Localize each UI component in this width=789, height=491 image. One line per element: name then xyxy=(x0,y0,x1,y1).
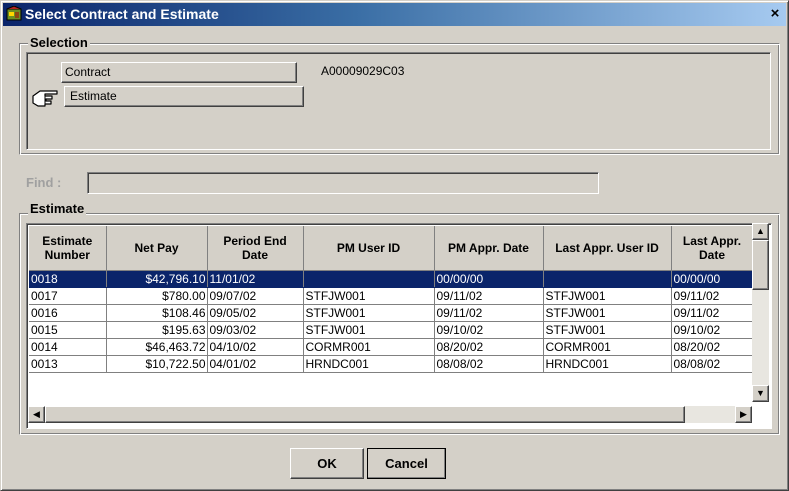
column-header[interactable]: Last Appr. User ID xyxy=(543,226,672,271)
table-row[interactable]: 0015 $195.63 09/03/02 STFJW001 09/10/02 … xyxy=(29,321,754,339)
table-cell: STFJW001 xyxy=(303,287,435,305)
find-input[interactable] xyxy=(87,172,599,194)
table-cell: 08/20/02 xyxy=(671,338,754,356)
table-cell: 0017 xyxy=(29,287,107,305)
table-cell: 09/03/02 xyxy=(207,321,304,339)
table-cell xyxy=(543,270,672,288)
table-cell: STFJW001 xyxy=(303,304,435,322)
table-cell xyxy=(303,270,435,288)
table-cell: CORMR001 xyxy=(543,338,672,356)
table-cell: 09/11/02 xyxy=(671,287,754,305)
table-header-row: Estimate Number Net Pay Period End Date … xyxy=(29,226,754,271)
table-row[interactable]: 0014 $46,463.72 04/10/02 CORMR001 08/20/… xyxy=(29,338,754,356)
title-bar[interactable]: Select Contract and Estimate × xyxy=(3,3,786,26)
scroll-right-icon[interactable]: ▶ xyxy=(735,406,752,423)
table-cell: 09/10/02 xyxy=(434,321,544,339)
table-cell: 09/05/02 xyxy=(207,304,304,322)
table-row[interactable]: 0017 $780.00 09/07/02 STFJW001 09/11/02 … xyxy=(29,287,754,305)
scroll-left-icon[interactable]: ◀ xyxy=(28,406,45,423)
table-row[interactable]: 0016 $108.46 09/05/02 STFJW001 09/11/02 … xyxy=(29,304,754,322)
column-header[interactable]: Last Appr. Date xyxy=(671,226,754,271)
table-cell: HRNDC001 xyxy=(303,355,435,373)
scroll-down-icon[interactable]: ▼ xyxy=(752,385,769,402)
app-icon xyxy=(6,6,22,21)
estimate-grid: Estimate Number Net Pay Period End Date … xyxy=(26,223,772,429)
table-cell: $42,796.10 xyxy=(106,270,208,288)
column-header[interactable]: Net Pay xyxy=(106,226,208,271)
table-row[interactable]: 0013 $10,722.50 04/01/02 HRNDC001 08/08/… xyxy=(29,355,754,373)
table-cell: 08/08/02 xyxy=(434,355,544,373)
table-cell: $780.00 xyxy=(106,287,208,305)
estimate-table: Estimate Number Net Pay Period End Date … xyxy=(29,226,754,373)
estimate-button[interactable]: Estimate xyxy=(64,86,304,107)
pointing-hand-icon xyxy=(32,90,58,107)
table-cell: 0018 xyxy=(29,270,107,288)
table-cell: 09/10/02 xyxy=(671,321,754,339)
table-cell: 00/00/00 xyxy=(434,270,544,288)
table-cell: 08/20/02 xyxy=(434,338,544,356)
vertical-scrollbar[interactable]: ▲ ▼ xyxy=(752,223,769,402)
selection-legend: Selection xyxy=(28,35,90,50)
table-cell: $195.63 xyxy=(106,321,208,339)
column-header[interactable]: PM Appr. Date xyxy=(434,226,544,271)
column-header[interactable]: PM User ID xyxy=(303,226,435,271)
contract-value: A00009029C03 xyxy=(321,64,405,78)
horizontal-scroll-thumb[interactable] xyxy=(45,406,685,423)
table-cell: 04/01/02 xyxy=(207,355,304,373)
table-cell: 0013 xyxy=(29,355,107,373)
column-header[interactable]: Period End Date xyxy=(207,226,304,271)
horizontal-scrollbar[interactable]: ◀ ▶ xyxy=(28,406,752,423)
table-cell: CORMR001 xyxy=(303,338,435,356)
column-header[interactable]: Estimate Number xyxy=(29,226,107,271)
table-cell: 09/11/02 xyxy=(434,304,544,322)
table-cell: $108.46 xyxy=(106,304,208,322)
table-cell: 0016 xyxy=(29,304,107,322)
table-cell: 08/08/02 xyxy=(671,355,754,373)
table-cell: 09/11/02 xyxy=(434,287,544,305)
table-cell: 0014 xyxy=(29,338,107,356)
estimate-legend: Estimate xyxy=(28,201,87,216)
table-cell: 0015 xyxy=(29,321,107,339)
close-icon[interactable]: × xyxy=(766,5,784,23)
window-title: Select Contract and Estimate xyxy=(25,6,219,22)
table-cell: $46,463.72 xyxy=(106,338,208,356)
table-cell: 00/00/00 xyxy=(671,270,754,288)
find-label: Find : xyxy=(26,175,62,190)
table-row[interactable]: 0018 $42,796.10 11/01/02 00/00/00 00/00/… xyxy=(29,270,754,288)
table-cell: STFJW001 xyxy=(543,304,672,322)
table-cell: STFJW001 xyxy=(543,287,672,305)
cancel-button[interactable]: Cancel xyxy=(367,448,446,479)
table-cell: STFJW001 xyxy=(543,321,672,339)
table-cell: HRNDC001 xyxy=(543,355,672,373)
scroll-up-icon[interactable]: ▲ xyxy=(752,223,769,240)
table-cell: STFJW001 xyxy=(303,321,435,339)
table-cell: 09/11/02 xyxy=(671,304,754,322)
dialog-window: Select Contract and Estimate × Selection… xyxy=(0,0,789,491)
table-cell: 09/07/02 xyxy=(207,287,304,305)
table-cell: 04/10/02 xyxy=(207,338,304,356)
table-cell: 11/01/02 xyxy=(207,270,304,288)
contract-button[interactable]: Contract xyxy=(61,62,297,83)
ok-button[interactable]: OK xyxy=(290,448,364,479)
vertical-scroll-thumb[interactable] xyxy=(752,240,769,290)
table-cell: $10,722.50 xyxy=(106,355,208,373)
